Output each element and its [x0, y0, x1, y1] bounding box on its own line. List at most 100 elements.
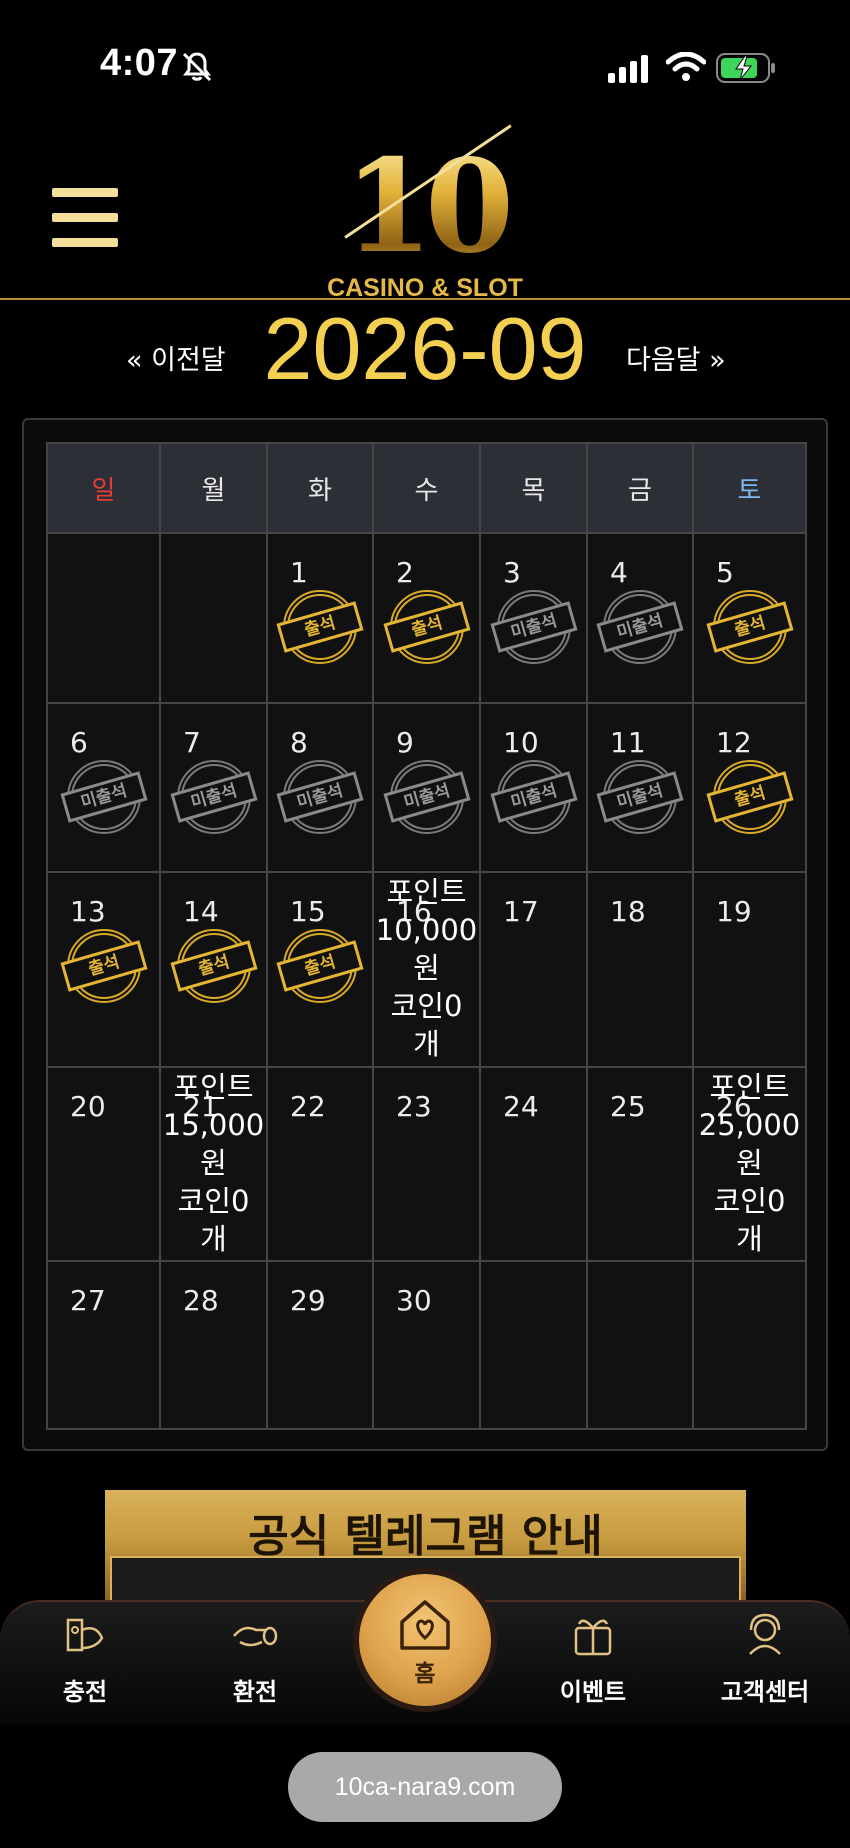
day-number: 19: [716, 895, 752, 928]
calendar-day-cell[interactable]: 5 출석: [692, 532, 807, 704]
banner-title: 공식 텔레그램 안내: [248, 1511, 603, 1562]
calendar-empty-cell: [479, 1260, 588, 1430]
nav-home-label: 홈: [414, 1661, 436, 1687]
status-bar: 4:07: [0, 0, 850, 130]
weekday-tue: 화: [266, 442, 374, 534]
reward-line: 코인0: [390, 989, 463, 1023]
absence-stamp-icon: 미출석: [169, 760, 258, 834]
nav-event[interactable]: 이벤트: [528, 1602, 658, 1727]
calendar-day-cell[interactable]: 29: [266, 1260, 374, 1430]
day-number: 3: [503, 556, 521, 589]
calendar-day-cell[interactable]: 6 미출석: [46, 702, 161, 873]
nav-support[interactable]: 고객센터: [700, 1602, 830, 1727]
site-logo[interactable]: 10 CASINO & SLOT: [315, 124, 535, 302]
day-number: 17: [503, 895, 539, 928]
day-number: 27: [70, 1284, 106, 1317]
calendar-day-cell[interactable]: 28: [159, 1260, 268, 1430]
calendar-day-cell[interactable]: 30: [372, 1260, 481, 1430]
calendar-day-cell[interactable]: 13 출석: [46, 871, 161, 1068]
absence-stamp-icon: 미출석: [489, 590, 578, 664]
calendar-day-cell[interactable]: 12 출석: [692, 702, 807, 873]
nav-deposit[interactable]: 충전: [20, 1602, 150, 1727]
bell-muted-icon: [182, 52, 212, 82]
calendar-day-cell[interactable]: 21 포인트 15,000 원 코인0 개: [159, 1066, 268, 1262]
calendar-day-cell[interactable]: 7 미출석: [159, 702, 268, 873]
calendar-day-cell[interactable]: 1 출석: [266, 532, 374, 704]
reward-line: 포인트: [386, 875, 467, 909]
calendar-day-cell[interactable]: 16 포인트 10,000 원 코인0 개: [372, 871, 481, 1068]
calendar-day-cell[interactable]: 14 출석: [159, 871, 268, 1068]
absence-stamp-icon: 미출석: [59, 760, 148, 834]
calendar-day-cell[interactable]: 17: [479, 871, 588, 1068]
bottom-navigation: 충전 환전 홈 이벤트 고객센터: [0, 1574, 850, 1727]
weekday-header-row: 일 월 화 수 목 금 토: [46, 442, 807, 534]
attendance-stamp-icon: 출석: [382, 590, 471, 664]
calendar-day-cell[interactable]: 4 미출석: [586, 532, 694, 704]
calendar-day-cell[interactable]: 3 미출석: [479, 532, 588, 704]
absence-stamp-icon: 미출석: [596, 590, 684, 664]
prev-month-link[interactable]: « 이전달: [126, 338, 226, 377]
reward-line: 포인트: [709, 1070, 790, 1104]
absence-stamp-icon: 미출석: [382, 760, 471, 834]
next-month-link[interactable]: 다음달 »: [626, 338, 726, 377]
weekday-fri: 금: [586, 442, 694, 534]
reward-line: 15,000: [162, 1108, 265, 1142]
day-number: 1: [290, 556, 308, 589]
month-navigation: « 이전달 2026-09 다음달 »: [0, 298, 850, 398]
day-number: 10: [503, 726, 539, 759]
calendar-day-cell[interactable]: 25: [586, 1066, 694, 1262]
calendar-day-cell[interactable]: 18: [586, 871, 694, 1068]
day-number: 28: [183, 1284, 219, 1317]
calendar-week-row: 6 미출석 7 미출석 8 미출석 9 미출석 10 미출석 11 미출석 12 출석: [46, 702, 807, 873]
nav-home[interactable]: 홈: [359, 1574, 491, 1706]
reward-line: 코인0: [713, 1184, 786, 1218]
calendar-empty-cell: [159, 532, 268, 704]
url-bar[interactable]: 10ca-nara9.com: [288, 1752, 562, 1822]
nav-withdraw[interactable]: 환전: [190, 1602, 320, 1727]
calendar-empty-cell: [586, 1260, 694, 1430]
day-number: 2: [396, 556, 414, 589]
attendance-stamp-icon: 출석: [705, 760, 794, 834]
calendar-empty-cell: [692, 1260, 807, 1430]
day-number: 25: [610, 1090, 646, 1123]
calendar-day-cell[interactable]: 26 포인트 25,000 원 코인0 개: [692, 1066, 807, 1262]
battery-charging-icon: [716, 53, 775, 83]
day-number: 20: [70, 1090, 106, 1123]
reward-line: 개: [736, 1222, 763, 1256]
wifi-icon: [666, 52, 706, 81]
support-icon: [749, 1613, 781, 1655]
hamburger-menu-icon[interactable]: [52, 188, 118, 247]
calendar-day-cell[interactable]: 22: [266, 1066, 374, 1262]
signal-icon: [608, 55, 648, 83]
calendar-day-cell[interactable]: 27: [46, 1260, 161, 1430]
calendar-grid: 일 월 화 수 목 금 토 1 출석 2 출석 3 미출석 4 미출석 5 출석 6 미출석 7 미출석 8…: [46, 442, 807, 1430]
reward-text: 포인트 15,000 원 코인0 개: [161, 1068, 266, 1258]
calendar-day-cell[interactable]: 24: [479, 1066, 588, 1262]
nav-event-label: 이벤트: [559, 1678, 627, 1706]
attendance-stamp-icon: 출석: [169, 929, 258, 1003]
calendar-day-cell[interactable]: 11 미출석: [586, 702, 694, 873]
calendar-day-cell[interactable]: 10 미출석: [479, 702, 588, 873]
reward-line: 원: [200, 1146, 227, 1180]
calendar-day-cell[interactable]: 2 출석: [372, 532, 481, 704]
home-icon: [400, 1600, 450, 1650]
calendar-week-row: 20 21 포인트 15,000 원 코인0 개 22 23 24 25 26 포인트 25,000 원 코인…: [46, 1066, 807, 1262]
calendar-day-cell[interactable]: 20: [46, 1066, 161, 1262]
calendar-day-cell[interactable]: 9 미출석: [372, 702, 481, 873]
day-number: 23: [396, 1090, 432, 1123]
reward-line: 개: [413, 1027, 440, 1061]
calendar-day-cell[interactable]: 19: [692, 871, 807, 1068]
day-number: 11: [610, 726, 646, 759]
reward-line: 원: [736, 1146, 763, 1180]
day-number: 14: [183, 895, 219, 928]
nav-deposit-label: 충전: [62, 1678, 108, 1706]
calendar-day-cell[interactable]: 23: [372, 1066, 481, 1262]
attendance-stamp-icon: 출석: [59, 929, 148, 1003]
day-number: 6: [70, 726, 88, 759]
attendance-stamp-icon: 출석: [276, 929, 364, 1003]
calendar-day-cell[interactable]: 8 미출석: [266, 702, 374, 873]
reward-line: 10,000: [375, 913, 478, 947]
day-number: 13: [70, 895, 106, 928]
reward-text: 포인트 25,000 원 코인0 개: [694, 1068, 805, 1258]
calendar-day-cell[interactable]: 15 출석: [266, 871, 374, 1068]
